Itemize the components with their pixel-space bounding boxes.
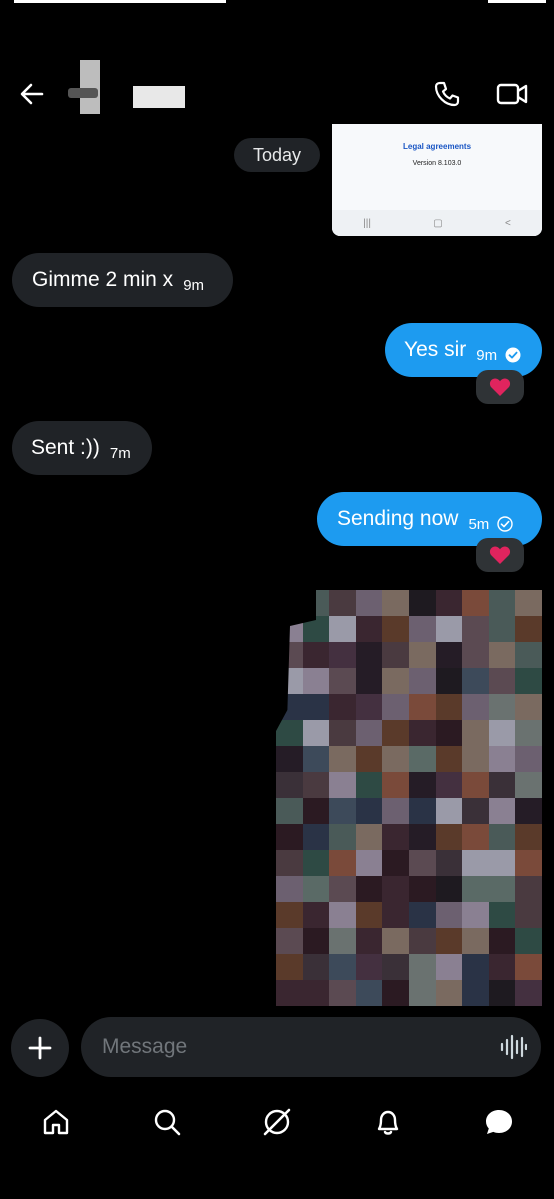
message-time: 9m bbox=[476, 346, 498, 364]
grok-icon bbox=[263, 1108, 291, 1136]
notifications-bell-icon bbox=[377, 1110, 399, 1135]
pixelated-image bbox=[276, 590, 542, 1006]
shared-screenshot-thumbnail[interactable]: Legal agreements Version 8.103.0 ||| ▢ < bbox=[332, 124, 542, 236]
seen-check-icon bbox=[505, 347, 521, 362]
video-call-button[interactable] bbox=[496, 80, 528, 108]
search-icon bbox=[154, 1109, 181, 1136]
status-bar-left bbox=[14, 0, 226, 3]
message-time: 9m bbox=[183, 276, 205, 294]
heart-icon bbox=[489, 378, 511, 396]
nav-search[interactable] bbox=[143, 1098, 191, 1146]
recents-icon: ||| bbox=[363, 217, 371, 229]
message-text: Sending now bbox=[337, 507, 459, 530]
sent-check-icon bbox=[497, 515, 513, 532]
message-input-placeholder: Message bbox=[102, 1035, 188, 1058]
contact-name-redacted[interactable] bbox=[133, 86, 185, 108]
message-bubble-incoming[interactable]: Gimme 2 min x 9m bbox=[12, 253, 233, 307]
voice-waveform-icon[interactable] bbox=[499, 1034, 527, 1060]
home-button-icon: ▢ bbox=[433, 217, 443, 229]
message-text: Gimme 2 min x bbox=[32, 268, 174, 291]
nav-home[interactable] bbox=[32, 1098, 80, 1146]
avatar[interactable] bbox=[66, 58, 110, 114]
message-text: Yes sir bbox=[404, 338, 467, 361]
message-time: 5m bbox=[468, 515, 490, 533]
plus-icon bbox=[28, 1036, 52, 1060]
video-camera-icon bbox=[496, 83, 528, 105]
message-bubble-outgoing[interactable]: Yes sir 9m bbox=[385, 323, 542, 377]
bottom-navigation bbox=[0, 1088, 554, 1156]
nav-grok[interactable] bbox=[253, 1098, 301, 1146]
status-bar-right bbox=[488, 0, 546, 3]
back-button[interactable] bbox=[18, 80, 46, 108]
message-input[interactable]: Message bbox=[81, 1017, 541, 1077]
heart-icon bbox=[489, 546, 511, 564]
add-attachment-button[interactable] bbox=[11, 1019, 69, 1077]
back-nav-icon: < bbox=[504, 217, 511, 229]
messages-icon bbox=[486, 1110, 512, 1134]
message-bubble-incoming[interactable]: Sent :)) 7m bbox=[12, 421, 152, 475]
thumbnail-version: Version 8.103.0 bbox=[412, 160, 462, 167]
nav-messages[interactable] bbox=[475, 1098, 523, 1146]
thumbnail-title: Legal agreements bbox=[402, 142, 472, 151]
date-separator: Today bbox=[234, 138, 320, 172]
message-text: Sent :)) bbox=[31, 436, 100, 459]
message-time: 7m bbox=[109, 444, 131, 462]
home-icon bbox=[43, 1109, 69, 1135]
nav-notifications[interactable] bbox=[364, 1098, 412, 1146]
media-message-censored[interactable] bbox=[264, 590, 542, 1010]
arrow-left-icon bbox=[20, 83, 44, 105]
thumbnail-nav-bar: ||| ▢ < bbox=[332, 210, 542, 236]
voice-call-button[interactable] bbox=[432, 79, 462, 109]
reaction-badge[interactable] bbox=[476, 370, 524, 404]
reaction-badge[interactable] bbox=[476, 538, 524, 572]
phone-icon bbox=[434, 81, 460, 107]
